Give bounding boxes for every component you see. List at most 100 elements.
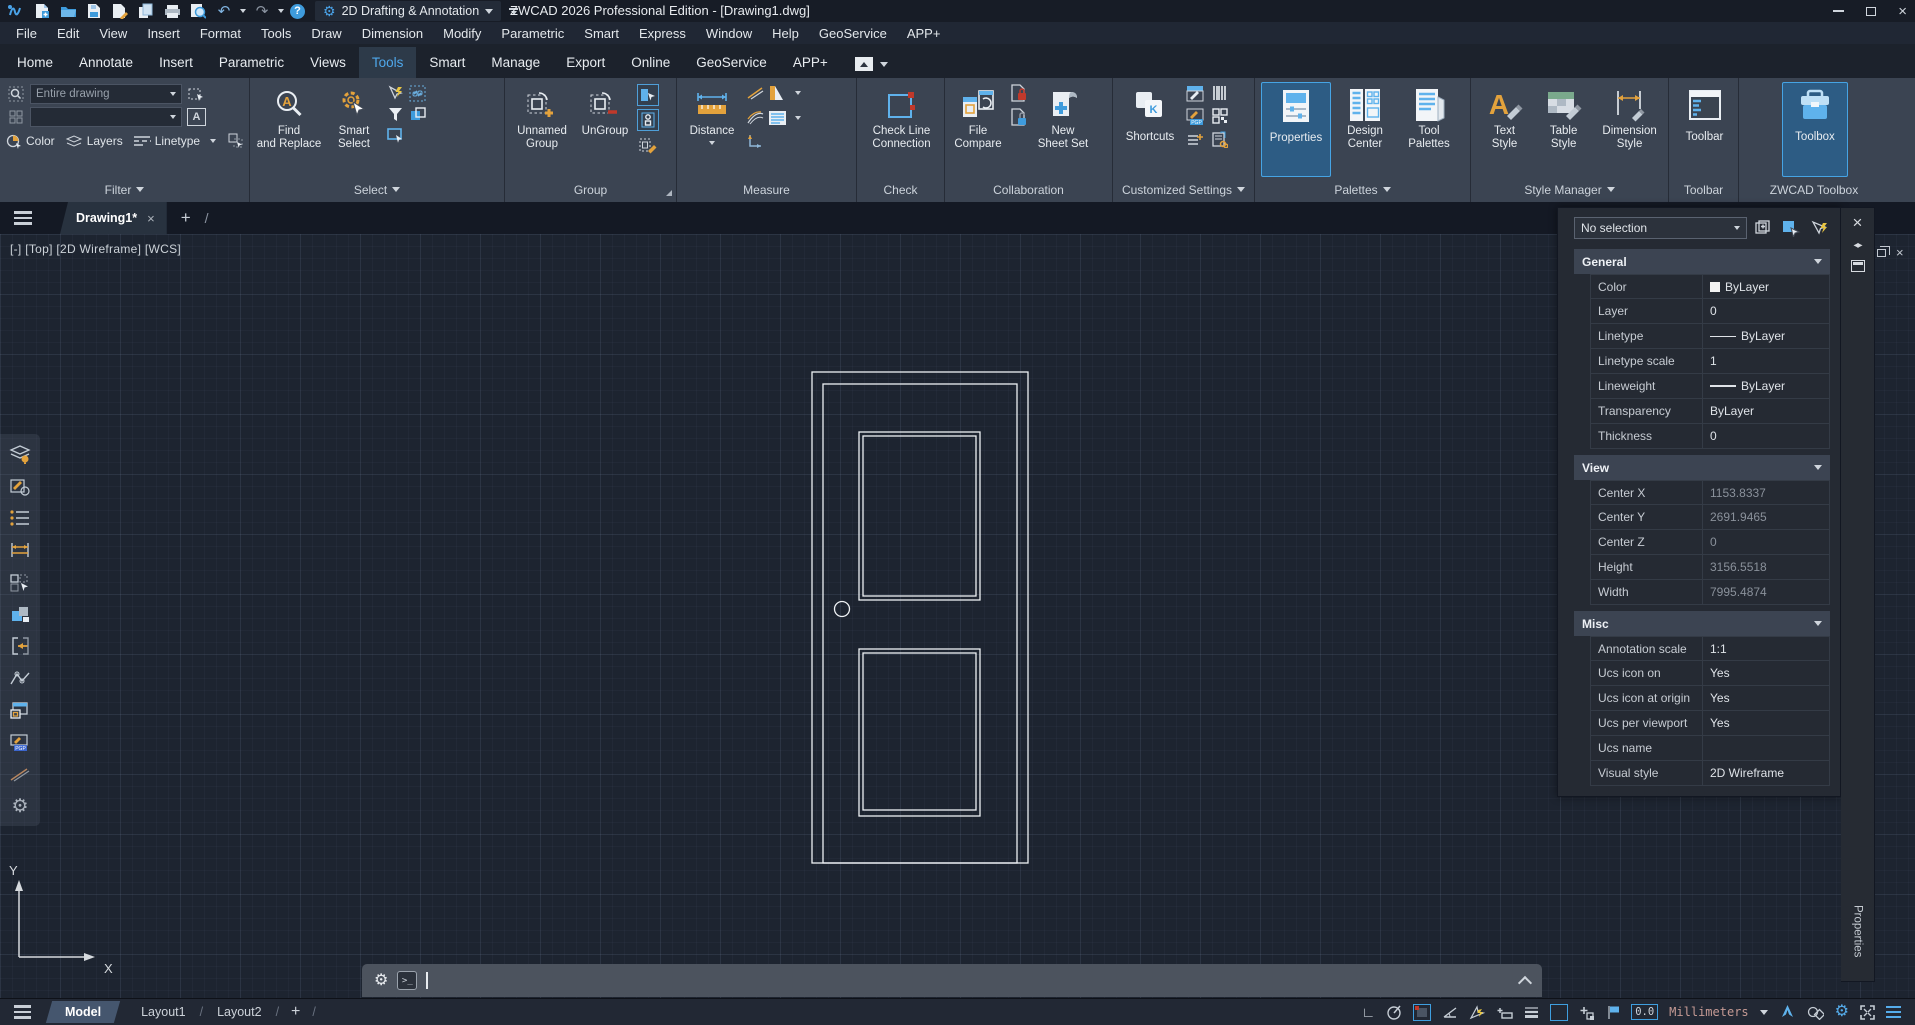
toolbox-button[interactable]: Toolbox <box>1782 82 1848 177</box>
panel-label-zwcad-toolbox[interactable]: ZWCAD Toolbox <box>1739 177 1889 202</box>
preview-icon[interactable] <box>188 2 208 20</box>
distance-dropdown-icon[interactable] <box>709 141 715 145</box>
design-center-button[interactable]: Design Center <box>1335 82 1395 177</box>
tab-home[interactable]: Home <box>4 47 66 78</box>
copy-icon[interactable] <box>136 2 156 20</box>
unnamed-group-button[interactable]: Unnamed Group <box>511 82 573 177</box>
undo-dropdown-icon[interactable] <box>240 9 246 13</box>
open-folder-icon[interactable] <box>58 2 78 20</box>
command-input-caret[interactable] <box>426 972 428 989</box>
property-row-ucs-name[interactable]: Ucs name <box>1590 736 1830 761</box>
palette-close-icon[interactable]: × <box>1853 214 1863 231</box>
menu-dimension[interactable]: Dimension <box>352 26 433 41</box>
measure-axis-icon[interactable] <box>745 132 764 150</box>
property-row-linetype[interactable]: Linetype ByLayer <box>1590 324 1830 349</box>
tab-smart[interactable]: Smart <box>416 47 478 78</box>
qr-code-icon[interactable] <box>1210 107 1229 125</box>
group-dialog-launcher-icon[interactable] <box>666 190 672 196</box>
menu-help[interactable]: Help <box>762 26 809 41</box>
property-row-annotation-scale[interactable]: Annotation scale 1:1 <box>1590 636 1830 661</box>
menu-draw[interactable]: Draw <box>301 26 351 41</box>
undo-button[interactable]: ↶ <box>214 2 234 20</box>
list-add-icon[interactable] <box>1185 130 1204 148</box>
dynamic-ucs-icon[interactable] <box>1496 1006 1513 1019</box>
dimension-style-button[interactable]: Dimension Style <box>1595 82 1664 177</box>
property-row-lineweight[interactable]: Lineweight ByLayer <box>1590 374 1830 399</box>
filter-scope-combobox[interactable]: Entire drawing <box>30 84 182 104</box>
drawing-canvas[interactable]: [-] [Top] [2D Wireframe] [WCS] Y X <box>0 234 1915 998</box>
measure-line-icon[interactable] <box>745 84 764 102</box>
edit-attribute-icon[interactable] <box>8 474 32 498</box>
property-row-center-z[interactable]: Center Z 0 <box>1590 530 1830 555</box>
numbered-list-icon[interactable] <box>8 506 32 530</box>
group-select-toggle-icon[interactable] <box>637 84 659 106</box>
menu-tools[interactable]: Tools <box>251 26 301 41</box>
selection-filter-combobox[interactable]: No selection <box>1574 217 1747 239</box>
panel-label-select[interactable]: Select <box>250 177 504 202</box>
scale-ruler-item[interactable] <box>768 84 801 102</box>
pgp-edit-icon[interactable]: PGP <box>1185 107 1204 125</box>
menu-insert[interactable]: Insert <box>137 26 190 41</box>
tab-annotate[interactable]: Annotate <box>66 47 146 78</box>
minimize-button[interactable] <box>1833 10 1844 12</box>
property-row-ucs-icon-on[interactable]: Ucs icon on Yes <box>1590 661 1830 686</box>
command-history-collapse-icon[interactable] <box>1518 975 1532 989</box>
smart-select-button[interactable]: Smart Select <box>326 82 382 177</box>
workspace-dropdown-icon[interactable] <box>485 9 493 14</box>
palette-autohide-icon[interactable]: ◂▸ <box>1853 240 1861 251</box>
alias-edit-icon[interactable] <box>1185 84 1204 102</box>
menu-file[interactable]: File <box>6 26 47 41</box>
section-general[interactable]: General <box>1574 249 1830 274</box>
panel-label-check[interactable]: Check <box>857 177 944 202</box>
menu-appplus[interactable]: APP+ <box>897 26 951 41</box>
ribbon-options-dropdown-icon[interactable] <box>880 62 888 67</box>
lineweight-display-icon[interactable] <box>1524 1006 1539 1018</box>
filter-value-combobox[interactable] <box>30 107 182 127</box>
new-sheet-set-button[interactable]: New Sheet Set <box>1032 82 1094 177</box>
property-row-linetype-scale[interactable]: Linetype scale 1 <box>1590 349 1830 374</box>
document-tab-drawing1[interactable]: Drawing1* × <box>60 202 167 234</box>
menu-modify[interactable]: Modify <box>433 26 491 41</box>
shortcuts-button[interactable]: K Shortcuts <box>1119 82 1181 177</box>
new-file-icon[interactable] <box>32 2 52 20</box>
menu-smart[interactable]: Smart <box>574 26 629 41</box>
filter-grid-icon[interactable] <box>6 108 25 126</box>
lock-drawing-icon[interactable] <box>1009 84 1028 102</box>
cursor-bolt-icon[interactable] <box>386 84 405 102</box>
polar-tracking-icon[interactable] <box>1386 1004 1402 1020</box>
text-style-button[interactable]: A Text Style <box>1477 82 1532 177</box>
panel-label-toolbar[interactable]: Toolbar <box>1669 177 1738 202</box>
workspace-switcher[interactable]: ⚙ 2D Drafting & Annotation <box>315 1 501 21</box>
panel-label-style-manager[interactable]: Style Manager <box>1471 177 1668 202</box>
annotation-visibility-icon[interactable] <box>1579 1005 1595 1020</box>
menu-geoservice[interactable]: GeoService <box>809 26 897 41</box>
select-similar-icon[interactable] <box>187 85 206 103</box>
window-select-icon[interactable] <box>386 126 405 144</box>
properties-palette-button[interactable]: Properties <box>1261 82 1331 177</box>
units-label[interactable]: Millimeters <box>1669 1005 1748 1019</box>
tab-parametric[interactable]: Parametric <box>206 47 297 78</box>
tab-export[interactable]: Export <box>553 47 618 78</box>
property-row-ucs-icon-at-origin[interactable]: Ucs icon at origin Yes <box>1590 686 1830 711</box>
panel-label-filter[interactable]: Filter <box>0 177 249 202</box>
filter-search-icon[interactable] <box>6 85 25 103</box>
property-row-thickness[interactable]: Thickness 0 <box>1590 424 1830 449</box>
panel-label-group[interactable]: Group <box>505 177 676 202</box>
units-dropdown-icon[interactable] <box>1760 1010 1768 1015</box>
table-style-button[interactable]: Table Style <box>1536 82 1591 177</box>
redo-button[interactable]: ↷ <box>252 2 272 20</box>
select-objects-icon[interactable] <box>8 570 32 594</box>
menu-parametric[interactable]: Parametric <box>491 26 574 41</box>
save-icon[interactable] <box>84 2 104 20</box>
property-row-width[interactable]: Width 7995.4874 <box>1590 580 1830 605</box>
filter-layers-button[interactable]: Layers <box>65 134 123 148</box>
group-edit-icon[interactable] <box>637 134 659 156</box>
ortho-mode-icon[interactable]: ∟ <box>1361 1005 1375 1019</box>
filter-funnel-icon[interactable] <box>386 105 405 123</box>
annotation-scale-flag-icon[interactable] <box>1606 1005 1620 1020</box>
help-icon[interactable]: ? <box>290 4 305 19</box>
chain-select-icon[interactable] <box>408 84 427 102</box>
object-snap-icon[interactable] <box>1413 1004 1431 1021</box>
section-misc[interactable]: Misc <box>1574 611 1830 636</box>
menu-express[interactable]: Express <box>629 26 696 41</box>
